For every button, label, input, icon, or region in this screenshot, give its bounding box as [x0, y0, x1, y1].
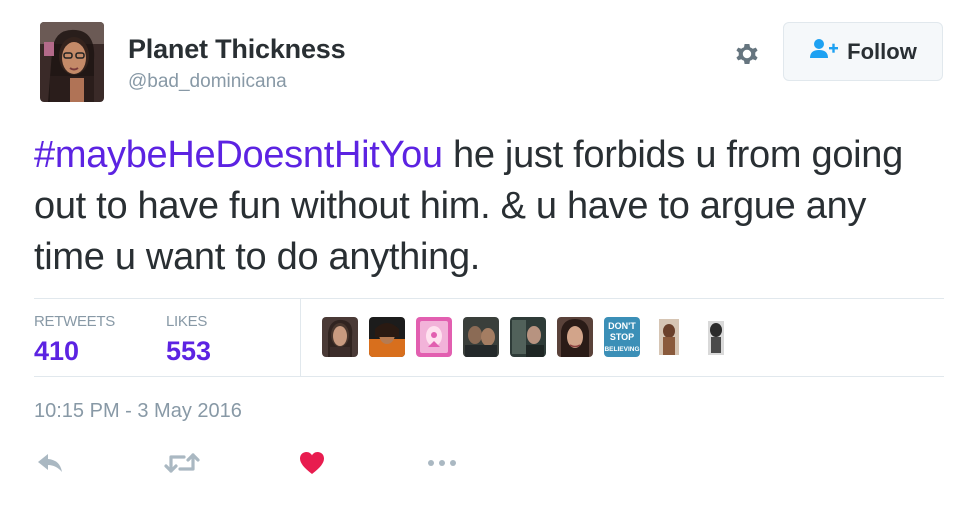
heart-icon[interactable] [298, 450, 326, 481]
retweets-stat[interactable]: RETWEETS 410 [34, 313, 115, 367]
liker-avatar-2[interactable] [369, 317, 405, 357]
liker-avatar-7[interactable]: DON'T STOP BELIEVING [604, 317, 640, 357]
reply-icon[interactable] [36, 450, 64, 481]
liker-avatar-7-line2: STOP [610, 332, 634, 342]
liker-avatar-4[interactable] [463, 317, 499, 357]
liker-avatar-5[interactable] [510, 317, 546, 357]
follow-button[interactable]: Follow [783, 22, 943, 81]
retweets-count: 410 [34, 336, 80, 366]
liker-avatar-7-line3: BELIEVING [604, 346, 639, 353]
liker-avatar-1[interactable] [322, 317, 358, 357]
likes-count: 553 [166, 336, 212, 366]
more-icon[interactable] [426, 450, 460, 481]
author-handle[interactable]: @bad_dominicana [128, 71, 287, 93]
liker-avatar-7-line1: DON'T [608, 321, 636, 331]
author-name[interactable]: Planet Thickness [128, 34, 346, 65]
stats-top-divider [34, 298, 944, 299]
tweet-timestamp[interactable]: 10:15 PM - 3 May 2016 [34, 400, 242, 423]
follow-button-label: Follow [847, 38, 917, 64]
gear-icon[interactable] [731, 38, 763, 70]
author-avatar[interactable] [40, 22, 104, 102]
liker-avatar-3[interactable] [416, 317, 452, 357]
likes-label: LIKES [166, 313, 208, 330]
hashtag-link[interactable]: #maybeHeDoesntHitYou [34, 134, 443, 176]
add-user-icon [809, 38, 839, 65]
likes-stat[interactable]: LIKES 553 [166, 313, 211, 367]
retweet-icon[interactable] [164, 450, 200, 481]
retweets-label: RETWEETS [34, 313, 115, 330]
liker-avatar-9[interactable] [698, 317, 734, 357]
stats-bottom-divider [34, 376, 944, 377]
tweet-text: #maybeHeDoesntHitYou he just forbids u f… [34, 130, 934, 283]
liker-avatar-8[interactable] [651, 317, 687, 357]
stats-vertical-divider [300, 299, 301, 376]
liker-avatar-6[interactable] [557, 317, 593, 357]
